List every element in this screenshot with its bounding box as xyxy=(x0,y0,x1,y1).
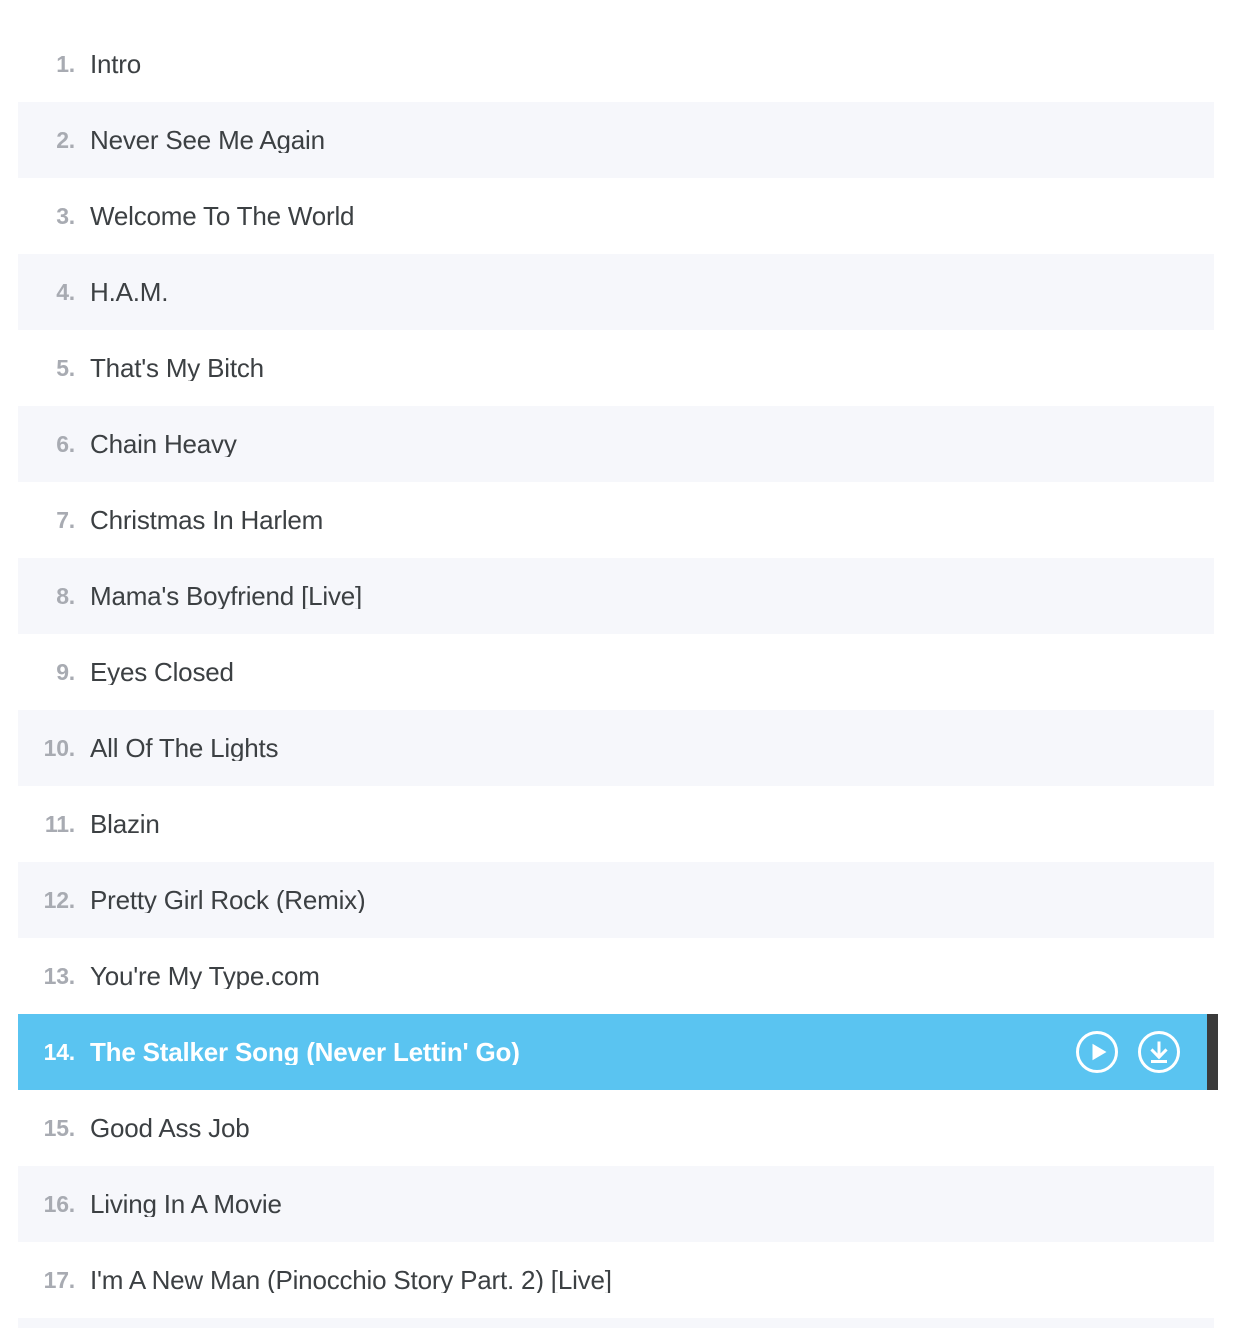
track-number: 1. xyxy=(56,50,75,77)
track-title: Christmas In Harlem xyxy=(90,507,324,533)
active-row-marker xyxy=(1207,1014,1218,1090)
track-actions xyxy=(1075,1030,1207,1074)
track-number: 11. xyxy=(44,810,75,837)
track-number: 8. xyxy=(56,582,75,609)
track-row[interactable]: 4. H.A.M. xyxy=(18,254,1214,330)
track-row[interactable]: 7. Christmas In Harlem xyxy=(18,482,1214,558)
track-title: Living In A Movie xyxy=(90,1191,282,1217)
track-row[interactable]: 8. Mama's Boyfriend [Live] xyxy=(18,558,1214,634)
download-circle-icon[interactable] xyxy=(1137,1030,1181,1074)
track-number: 12. xyxy=(43,886,76,913)
track-row[interactable]: 13. You're My Type.com xyxy=(18,938,1214,1014)
track-number: 2. xyxy=(56,126,75,153)
track-row[interactable]: 3. Welcome To The World xyxy=(18,178,1214,254)
track-row[interactable]: 2. Never See Me Again xyxy=(18,102,1214,178)
track-title: You're My Type.com xyxy=(90,963,320,989)
track-title: Intro xyxy=(90,51,142,77)
track-title: Good Ass Job xyxy=(90,1115,250,1141)
track-row[interactable]: 9. Eyes Closed xyxy=(18,634,1214,710)
track-title: I'm A New Man (Pinocchio Story Part. 2) … xyxy=(90,1267,612,1293)
tracklist: 1. Intro 2. Never See Me Again 3. Welcome To … xyxy=(0,0,1236,1318)
track-title: Eyes Closed xyxy=(90,659,234,685)
track-number: 3. xyxy=(56,202,75,229)
track-title: Welcome To The World xyxy=(90,203,355,229)
track-row[interactable]: 11. Blazin xyxy=(18,786,1214,862)
track-row[interactable]: 10. All Of The Lights xyxy=(18,710,1214,786)
track-row[interactable]: 5. That's My Bitch xyxy=(18,330,1214,406)
track-row[interactable]: 12. Pretty Girl Rock (Remix) xyxy=(18,862,1214,938)
track-number: 6. xyxy=(56,430,75,457)
track-number: 7. xyxy=(56,506,75,533)
track-title: That's My Bitch xyxy=(90,355,264,381)
track-title: Never See Me Again xyxy=(90,127,325,153)
track-number: 9. xyxy=(56,658,75,685)
track-number: 5. xyxy=(56,354,75,381)
track-number: 14. xyxy=(43,1038,76,1065)
track-number: 16. xyxy=(43,1190,76,1217)
play-circle-icon[interactable] xyxy=(1075,1030,1119,1074)
track-number: 10. xyxy=(43,734,76,761)
track-number: 15. xyxy=(43,1114,76,1141)
next-row-sliver xyxy=(18,1318,1214,1328)
track-title: The Stalker Song (Never Lettin' Go) xyxy=(90,1039,520,1065)
track-title: Chain Heavy xyxy=(90,431,237,457)
track-title: Pretty Girl Rock (Remix) xyxy=(90,887,366,913)
track-row[interactable]: 17. I'm A New Man (Pinocchio Story Part. … xyxy=(18,1242,1214,1318)
track-title: All Of The Lights xyxy=(90,735,279,761)
track-row[interactable]: 14. The Stalker Song (Never Lettin' Go) xyxy=(18,1014,1218,1090)
track-number: 13. xyxy=(43,962,76,989)
track-title: H.A.M. xyxy=(90,279,169,305)
track-row[interactable]: 1. Intro xyxy=(18,26,1214,102)
track-row[interactable]: 15. Good Ass Job xyxy=(18,1090,1214,1166)
track-number: 17. xyxy=(43,1266,76,1293)
track-title: Mama's Boyfriend [Live] xyxy=(90,583,363,609)
track-row[interactable]: 6. Chain Heavy xyxy=(18,406,1214,482)
track-title: Blazin xyxy=(90,811,160,837)
track-number: 4. xyxy=(56,278,75,305)
track-row[interactable]: 16. Living In A Movie xyxy=(18,1166,1214,1242)
